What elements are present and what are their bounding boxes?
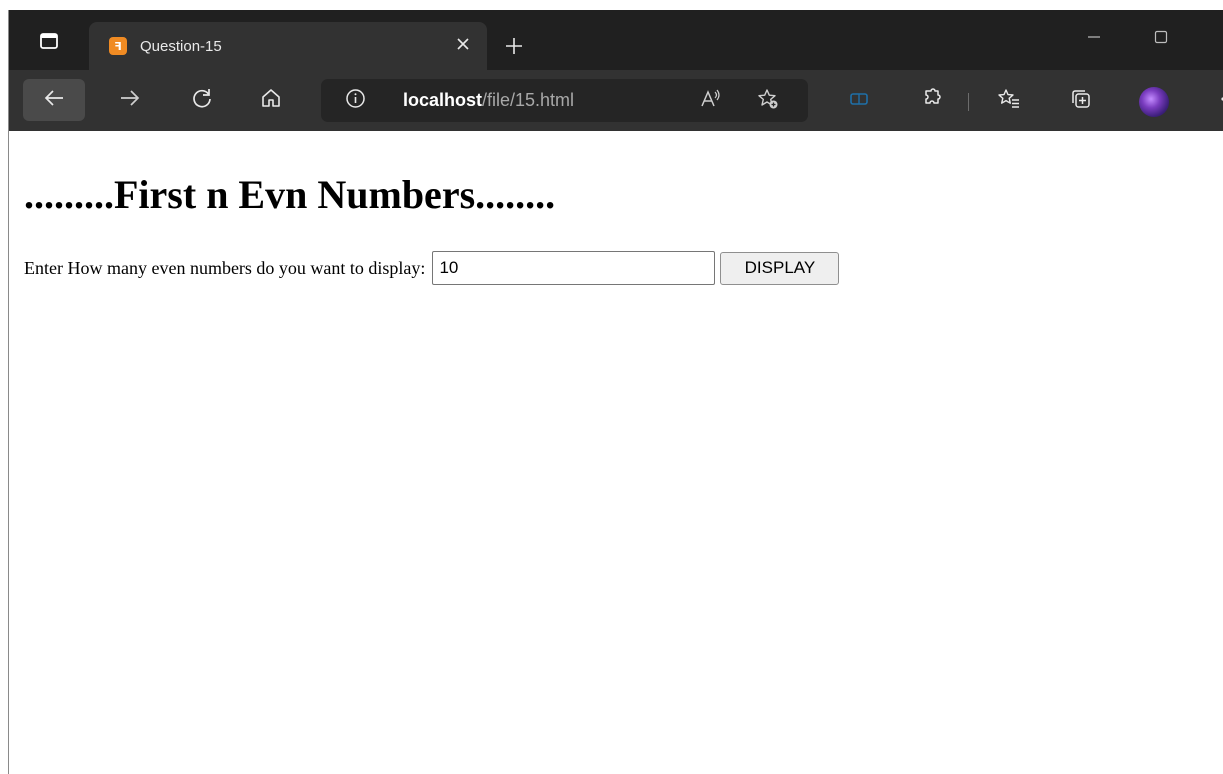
favorites-icon [998, 88, 1020, 115]
even-numbers-form: Enter How many even numbers do you want … [24, 251, 840, 285]
page-heading: .........First n Evn Numbers........ [24, 172, 556, 217]
browser-window: ꟻ Question-15 localhost/file/15.html ...… [8, 10, 1223, 774]
plus-icon [504, 36, 524, 61]
count-input[interactable] [432, 251, 716, 285]
display-button[interactable]: DISPLAY [720, 251, 840, 285]
more-options-button[interactable] [1218, 89, 1223, 113]
home-button[interactable] [240, 79, 302, 121]
browser-toolbar: localhost/file/15.html [9, 70, 1223, 131]
home-icon [260, 87, 282, 114]
site-info-button[interactable] [343, 89, 367, 113]
xampp-favicon-icon: ꟻ [109, 37, 127, 55]
forward-arrow-icon [119, 87, 141, 114]
info-icon [345, 88, 366, 114]
collections-icon [1070, 88, 1092, 115]
url-text[interactable]: localhost/file/15.html [403, 90, 574, 111]
minimize-button[interactable] [1071, 24, 1117, 54]
tab-question-15[interactable]: ꟻ Question-15 [89, 22, 487, 70]
favorites-button[interactable] [993, 85, 1025, 117]
avatar[interactable] [1139, 87, 1169, 117]
add-favorite-icon [757, 88, 779, 115]
back-arrow-icon [43, 87, 65, 114]
toolbar-divider [968, 93, 969, 111]
tab-actions-button[interactable] [23, 23, 75, 63]
address-bar[interactable]: localhost/file/15.html [321, 79, 808, 122]
close-icon [456, 37, 470, 56]
read-aloud-button[interactable] [696, 88, 724, 114]
refresh-icon [191, 87, 213, 114]
new-tab-button[interactable] [497, 31, 531, 65]
collections-extension-button[interactable] [843, 85, 875, 117]
back-button[interactable] [23, 79, 85, 121]
puzzle-icon [920, 87, 942, 115]
extensions-button[interactable] [915, 85, 947, 117]
tab-actions-icon [39, 31, 59, 56]
url-path: /file/15.html [482, 90, 575, 110]
refresh-button[interactable] [171, 79, 233, 121]
tab-strip: ꟻ Question-15 [9, 10, 1223, 70]
web-page: .........First n Evn Numbers........ Ent… [9, 131, 1223, 774]
minimize-icon [1087, 30, 1101, 49]
forward-button[interactable] [99, 79, 161, 121]
more-icon [1218, 87, 1223, 116]
tab-title: Question-15 [140, 37, 222, 55]
close-tab-button[interactable] [449, 32, 477, 60]
read-aloud-icon [699, 88, 721, 115]
collections-button[interactable] [1065, 85, 1097, 117]
extension-icon [848, 88, 870, 115]
maximize-button[interactable] [1138, 24, 1184, 54]
count-label: Enter How many even numbers do you want … [24, 257, 426, 278]
add-favorite-button[interactable] [754, 88, 782, 114]
maximize-icon [1154, 30, 1168, 49]
url-host: localhost [403, 90, 483, 110]
